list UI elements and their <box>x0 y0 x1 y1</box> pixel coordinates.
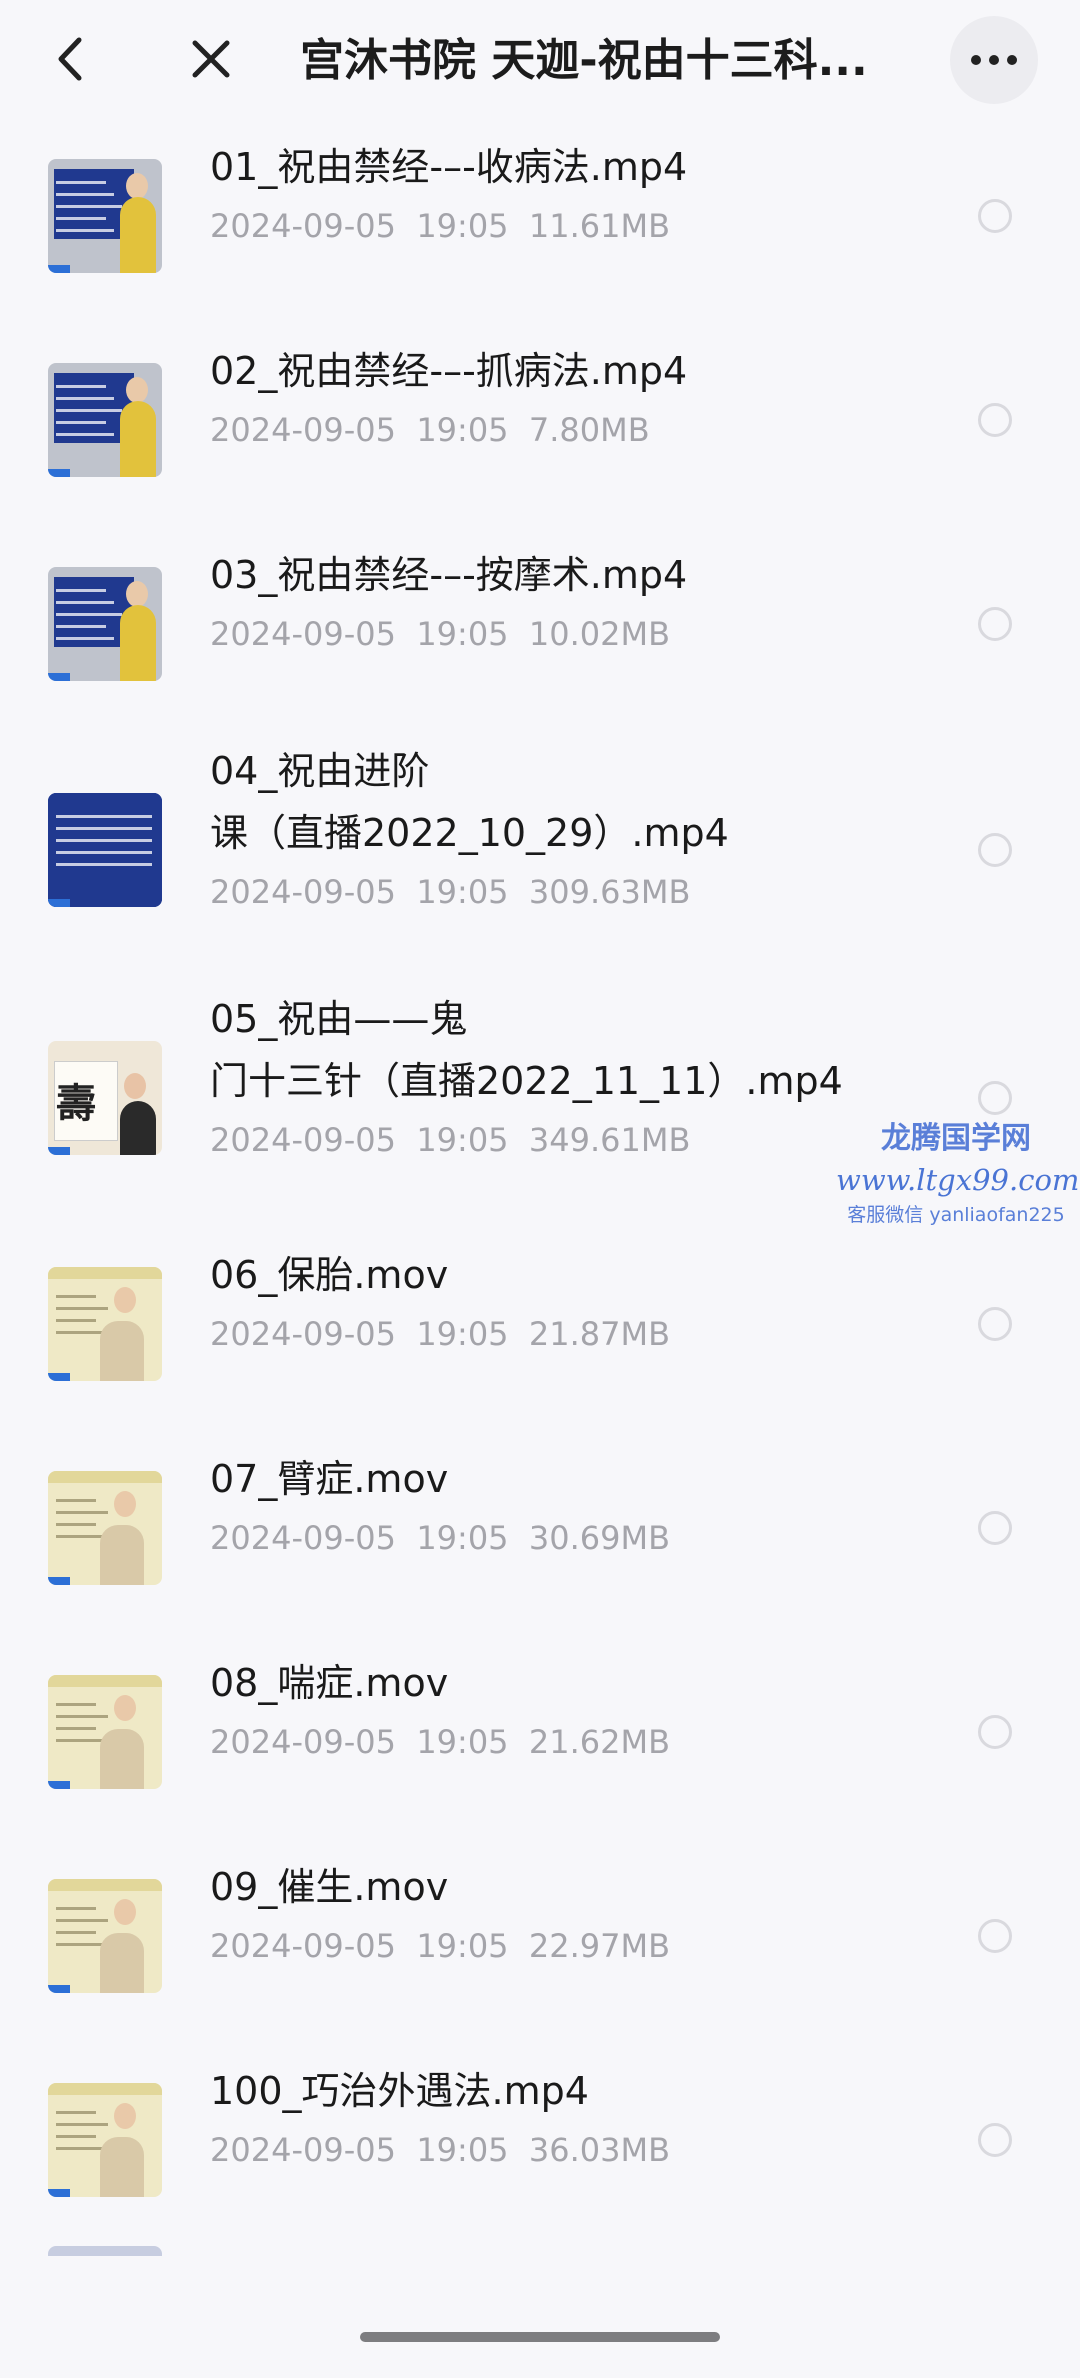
video-thumbnail <box>48 1879 162 1993</box>
file-name: 08_喘症.mov <box>210 1661 449 1705</box>
top-bar: 宫沐书院 天迦-祝由十三科... <box>0 0 1080 118</box>
select-radio[interactable] <box>978 2123 1012 2157</box>
file-size: 36.03MB <box>528 2131 671 2169</box>
file-row[interactable]: 06_保胎.mov 2024-09-05 19:05 21.87MB <box>0 1226 1080 1430</box>
select-radio[interactable] <box>978 607 1012 641</box>
file-date: 2024-09-05 19:05 <box>210 1315 509 1353</box>
video-thumbnail <box>48 793 162 907</box>
close-button[interactable] <box>176 24 246 94</box>
select-radio[interactable] <box>978 199 1012 233</box>
video-thumbnail <box>48 567 162 681</box>
back-button[interactable] <box>40 24 100 94</box>
file-info: 04_祝由进阶 课（直播2022_10_29）.mp4 2024-09-05 19… <box>210 740 850 918</box>
file-meta: 2024-09-05 19:05 30.69MB <box>210 1512 850 1564</box>
file-size: 309.63MB <box>528 873 691 911</box>
video-thumbnail <box>48 159 162 273</box>
file-name: 07_臂症.mov <box>210 1457 449 1501</box>
file-info: 09_催生.mov 2024-09-05 19:05 22.97MB <box>210 1856 850 1972</box>
file-meta: 2024-09-05 19:05 21.87MB <box>210 1308 850 1360</box>
file-size: 10.02MB <box>528 615 671 653</box>
file-meta: 2024-09-05 19:05 22.97MB <box>210 1920 850 1972</box>
home-indicator[interactable] <box>360 2332 720 2342</box>
file-date: 2024-09-05 19:05 <box>210 2131 509 2169</box>
select-radio[interactable] <box>978 1081 1012 1115</box>
select-radio[interactable] <box>978 1919 1012 1953</box>
file-name: 05_祝由——鬼 门十三针（直播2022_11_11）.mp4 <box>210 997 843 1103</box>
file-date: 2024-09-05 19:05 <box>210 411 509 449</box>
video-thumbnail <box>48 1471 162 1585</box>
file-date: 2024-09-05 19:05 <box>210 873 509 911</box>
file-list: 01_祝由禁经-–-收病法.mp4 2024-09-05 19:05 11.61M… <box>0 118 1080 2303</box>
chevron-left-icon <box>58 37 82 81</box>
file-name: 04_祝由进阶 课（直播2022_10_29）.mp4 <box>210 749 729 855</box>
file-meta: 2024-09-05 19:05 11.61MB <box>210 200 850 252</box>
file-meta: 2024-09-05 19:05 36.03MB <box>210 2124 850 2176</box>
select-radio[interactable] <box>978 403 1012 437</box>
more-horizontal-icon <box>967 55 1021 65</box>
page-title: 宫沐书院 天迦-祝由十三科... <box>300 35 868 86</box>
file-size: 7.80MB <box>528 411 650 449</box>
file-size: 22.97MB <box>528 1927 671 1965</box>
file-meta: 2024-09-05 19:05 309.63MB <box>210 866 850 918</box>
file-meta: 2024-09-05 19:05 349.61MB <box>210 1114 850 1166</box>
file-date: 2024-09-05 19:05 <box>210 1723 509 1761</box>
video-thumbnail <box>48 1675 162 1789</box>
file-date: 2024-09-05 19:05 <box>210 615 509 653</box>
file-info: 03_祝由禁经-–-按摩术.mp4 2024-09-05 19:05 10.02M… <box>210 544 850 660</box>
file-info: 07_臂症.mov 2024-09-05 19:05 30.69MB <box>210 1448 850 1564</box>
close-icon <box>192 40 230 78</box>
file-name: 01_祝由禁经-–-收病法.mp4 <box>210 145 688 189</box>
select-radio[interactable] <box>978 1307 1012 1341</box>
file-info: 05_祝由——鬼 门十三针（直播2022_11_11）.mp4 2024-09-0… <box>210 988 850 1166</box>
file-date: 2024-09-05 19:05 <box>210 207 509 245</box>
file-name: 06_保胎.mov <box>210 1253 449 1297</box>
file-name: 03_祝由禁经-–-按摩术.mp4 <box>210 553 688 597</box>
file-date: 2024-09-05 19:05 <box>210 1519 509 1557</box>
file-size: 11.61MB <box>528 207 671 245</box>
file-info: 01_祝由禁经-–-收病法.mp4 2024-09-05 19:05 11.61M… <box>210 136 850 252</box>
file-row[interactable]: 02_祝由禁经-–-抓病法.mp4 2024-09-05 19:05 7.80MB <box>0 322 1080 526</box>
file-row[interactable]: 04_祝由进阶 课（直播2022_10_29）.mp4 2024-09-05 19… <box>0 730 1080 978</box>
file-name: 02_祝由禁经-–-抓病法.mp4 <box>210 349 688 393</box>
file-row[interactable]: 08_喘症.mov 2024-09-05 19:05 21.62MB <box>0 1634 1080 1838</box>
file-row[interactable]: 100_巧治外遇法.mp4 2024-09-05 19:05 36.03MB <box>0 2042 1080 2246</box>
file-row[interactable]: 09_催生.mov 2024-09-05 19:05 22.97MB <box>0 1838 1080 2042</box>
file-row[interactable]: 07_臂症.mov 2024-09-05 19:05 30.69MB <box>0 1430 1080 1634</box>
file-info: 08_喘症.mov 2024-09-05 19:05 21.62MB <box>210 1652 850 1768</box>
file-meta: 2024-09-05 19:05 21.62MB <box>210 1716 850 1768</box>
file-info: 02_祝由禁经-–-抓病法.mp4 2024-09-05 19:05 7.80MB <box>210 340 850 456</box>
more-button[interactable] <box>950 16 1038 104</box>
file-row[interactable]: 01_祝由禁经-–-收病法.mp4 2024-09-05 19:05 11.61M… <box>0 118 1080 322</box>
file-size: 21.62MB <box>528 1723 671 1761</box>
select-radio[interactable] <box>978 1511 1012 1545</box>
file-meta: 2024-09-05 19:05 7.80MB <box>210 404 850 456</box>
file-row[interactable]: 壽 05_祝由——鬼 门十三针（直播2022_11_11）.mp4 2024-09-… <box>0 978 1080 1226</box>
file-name: 100_巧治外遇法.mp4 <box>210 2069 589 2113</box>
file-name: 09_催生.mov <box>210 1865 449 1909</box>
file-info: 06_保胎.mov 2024-09-05 19:05 21.87MB <box>210 1244 850 1360</box>
video-thumbnail: 壽 <box>48 1041 162 1155</box>
file-size: 349.61MB <box>528 1121 691 1159</box>
file-date: 2024-09-05 19:05 <box>210 1121 509 1159</box>
file-size: 30.69MB <box>528 1519 671 1557</box>
next-row-thumbnail <box>48 2246 162 2256</box>
file-meta: 2024-09-05 19:05 10.02MB <box>210 608 850 660</box>
video-thumbnail <box>48 1267 162 1381</box>
file-size: 21.87MB <box>528 1315 671 1353</box>
video-thumbnail <box>48 2083 162 2197</box>
file-info: 100_巧治外遇法.mp4 2024-09-05 19:05 36.03MB <box>210 2060 850 2176</box>
file-row[interactable]: 03_祝由禁经-–-按摩术.mp4 2024-09-05 19:05 10.02M… <box>0 526 1080 730</box>
select-radio[interactable] <box>978 1715 1012 1749</box>
select-radio[interactable] <box>978 833 1012 867</box>
video-thumbnail <box>48 363 162 477</box>
file-date: 2024-09-05 19:05 <box>210 1927 509 1965</box>
